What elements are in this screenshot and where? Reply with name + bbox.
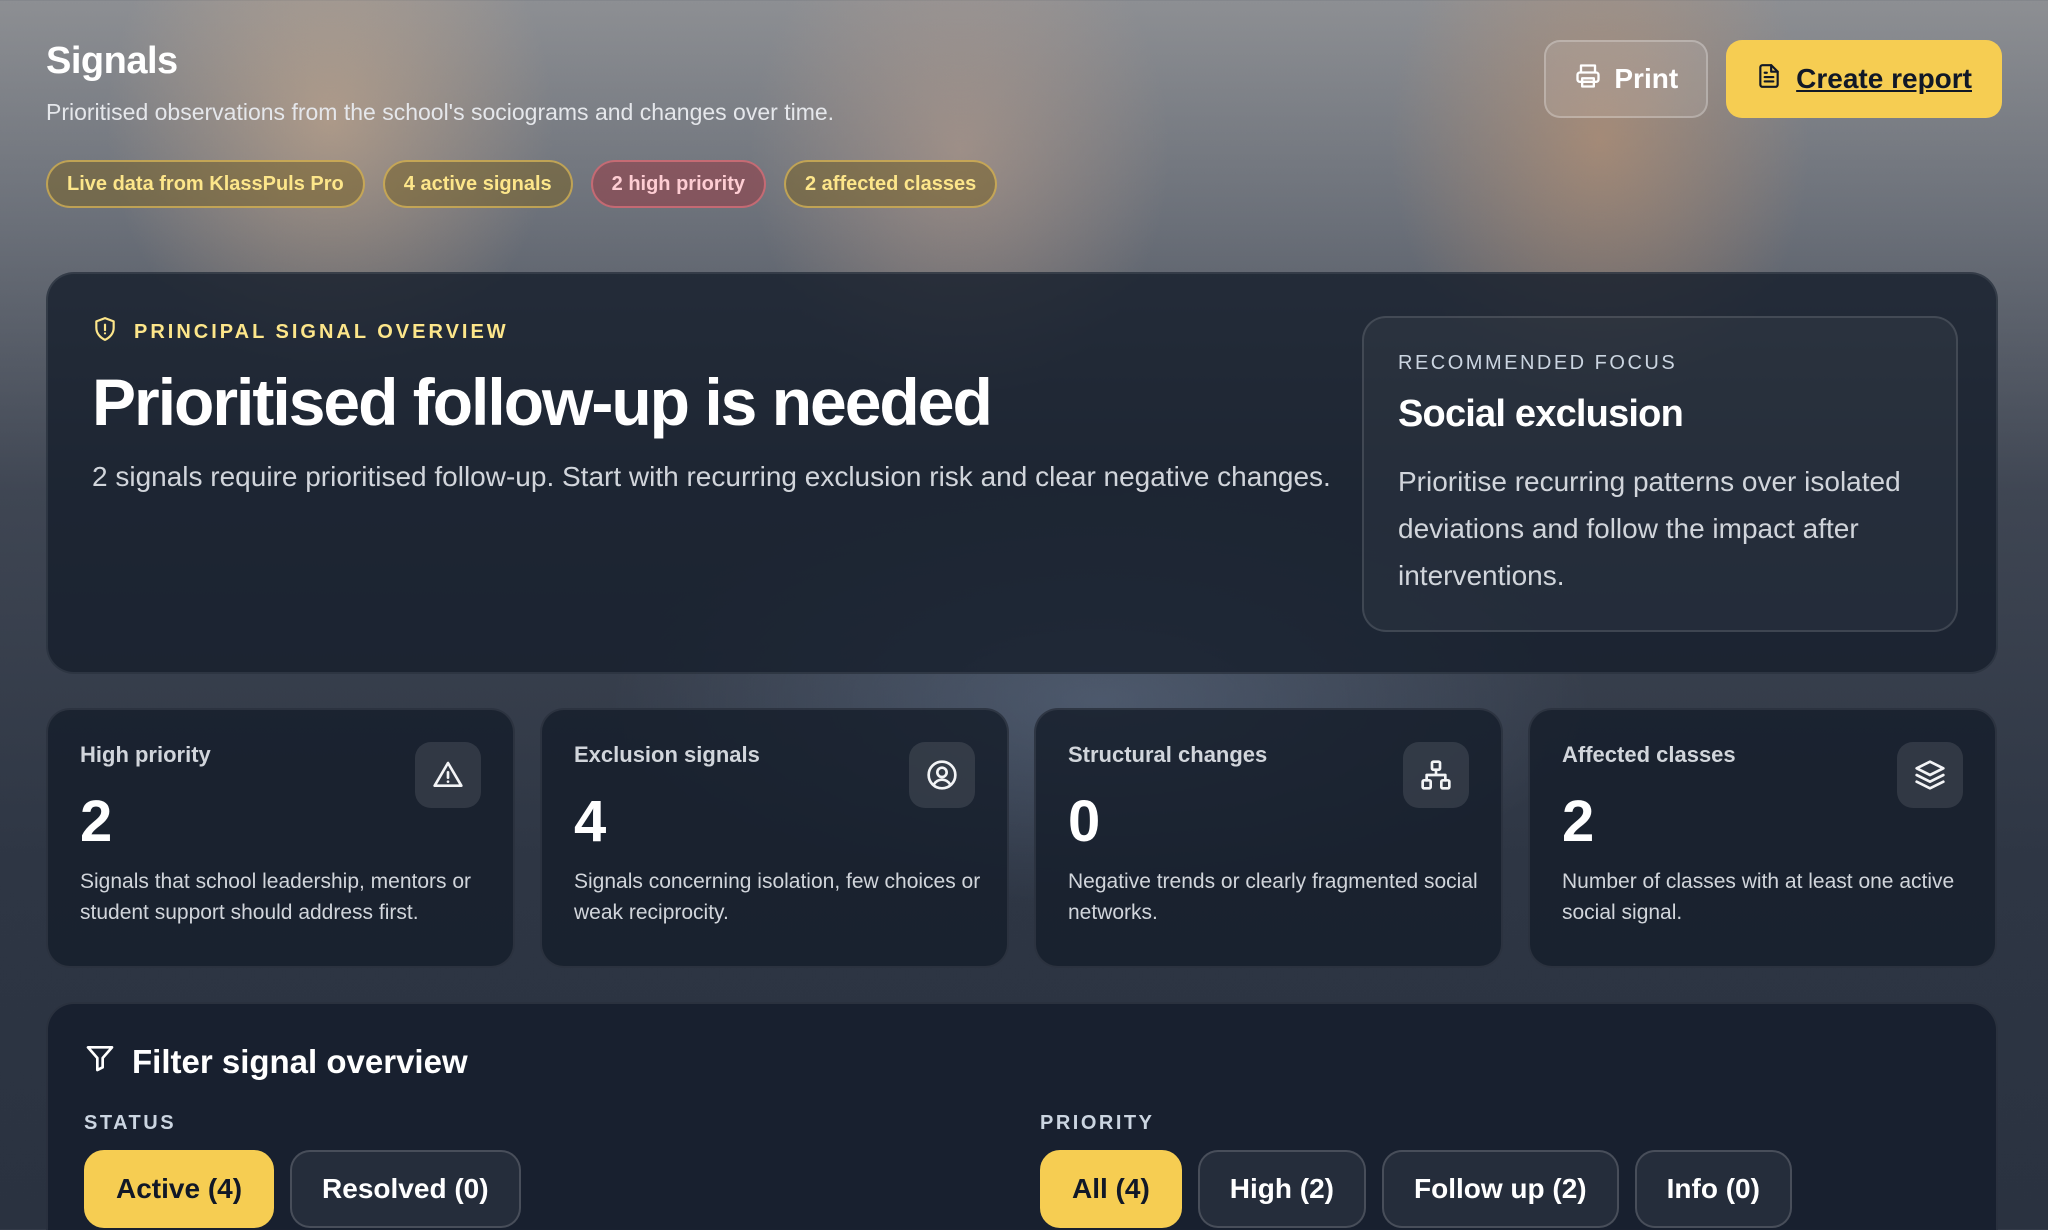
stat-label: Affected classes <box>1562 742 1736 767</box>
stat-description: Signals that school leadership, mentors … <box>80 870 472 924</box>
print-button-label: Print <box>1614 63 1679 94</box>
chip-high-priority: 2 high priority <box>590 160 766 208</box>
chip-active-signals: 4 active signals <box>382 160 573 208</box>
stat-description: Number of classes with at least one acti… <box>1562 870 1955 924</box>
stat-label: Exclusion signals <box>574 742 760 767</box>
stat-cards: High priority 2 Signals that school lead… <box>46 708 1998 968</box>
recommended-focus-card: RECOMMENDED FOCUS Social exclusion Prior… <box>1362 316 1958 632</box>
status-filter-active[interactable]: Active (4) <box>84 1150 275 1228</box>
summary-chips: Live data from KlassPuls Pro 4 active si… <box>46 160 998 208</box>
stat-label: Structural changes <box>1068 742 1268 767</box>
printer-icon <box>1574 62 1602 97</box>
page-header: Signals Prioritised observations from th… <box>46 40 2002 220</box>
chip-affected-classes: 2 affected classes <box>783 160 998 208</box>
warning-icon <box>415 742 481 808</box>
stat-value: 2 <box>80 789 113 854</box>
print-button[interactable]: Print <box>1544 40 1709 118</box>
priority-filter-options: All (4) High (2) Follow up (2) Info (0) <box>1040 1150 1792 1228</box>
overview-eyebrow-label: PRINCIPAL SIGNAL OVERVIEW <box>134 320 509 343</box>
focus-title: Social exclusion <box>1398 393 1684 435</box>
overview-eyebrow: PRINCIPAL SIGNAL OVERVIEW <box>92 316 509 348</box>
stat-label: High priority <box>80 742 211 767</box>
overview-text: 2 signals require prioritised follow-up.… <box>92 461 1331 492</box>
layers-icon <box>1897 742 1963 808</box>
stat-description: Negative trends or clearly fragmented so… <box>1068 870 1478 924</box>
document-icon <box>1756 62 1782 97</box>
status-filter-resolved[interactable]: Resolved (0) <box>290 1150 521 1228</box>
create-report-button[interactable]: Create report <box>1726 40 2002 118</box>
focus-label: RECOMMENDED FOCUS <box>1398 352 1678 374</box>
stat-card-affected-classes: Affected classes 2 Number of classes wit… <box>1528 708 1997 968</box>
user-circle-icon <box>909 742 975 808</box>
chip-live-data: Live data from KlassPuls Pro <box>46 160 365 208</box>
stat-value: 0 <box>1068 789 1101 854</box>
stat-card-high-priority: High priority 2 Signals that school lead… <box>46 708 515 968</box>
priority-filter-all[interactable]: All (4) <box>1040 1150 1182 1228</box>
shield-icon <box>92 316 118 348</box>
focus-text: Prioritise recurring patterns over isola… <box>1398 466 1901 591</box>
filter-title-label: Filter signal overview <box>132 1043 468 1080</box>
stat-value: 2 <box>1562 789 1595 854</box>
filter-icon <box>84 1042 116 1082</box>
signal-overview-panel: PRINCIPAL SIGNAL OVERVIEW Prioritised fo… <box>46 272 1998 674</box>
filter-title: Filter signal overview <box>84 1042 468 1082</box>
priority-filter-follow-up[interactable]: Follow up (2) <box>1382 1150 1619 1228</box>
status-filter-label: STATUS <box>84 1112 177 1134</box>
stat-value: 4 <box>574 789 607 854</box>
header-actions: Print Create report <box>1544 40 2002 118</box>
overview-title: Prioritised follow-up is needed <box>92 365 993 439</box>
priority-filter-high[interactable]: High (2) <box>1197 1150 1366 1228</box>
create-report-label: Create report <box>1796 63 1972 94</box>
priority-filter-label: PRIORITY <box>1040 1112 1155 1134</box>
stat-card-structural-changes: Structural changes 0 Negative trends or … <box>1034 708 1503 968</box>
status-filter-options: Active (4) Resolved (0) <box>84 1150 521 1228</box>
stat-card-exclusion-signals: Exclusion signals 4 Signals concerning i… <box>540 708 1009 968</box>
filter-panel: Filter signal overview STATUS Active (4)… <box>46 1002 1998 1230</box>
priority-filter-info[interactable]: Info (0) <box>1634 1150 1792 1228</box>
stat-description: Signals concerning isolation, few choice… <box>574 870 981 924</box>
network-icon <box>1403 742 1469 808</box>
